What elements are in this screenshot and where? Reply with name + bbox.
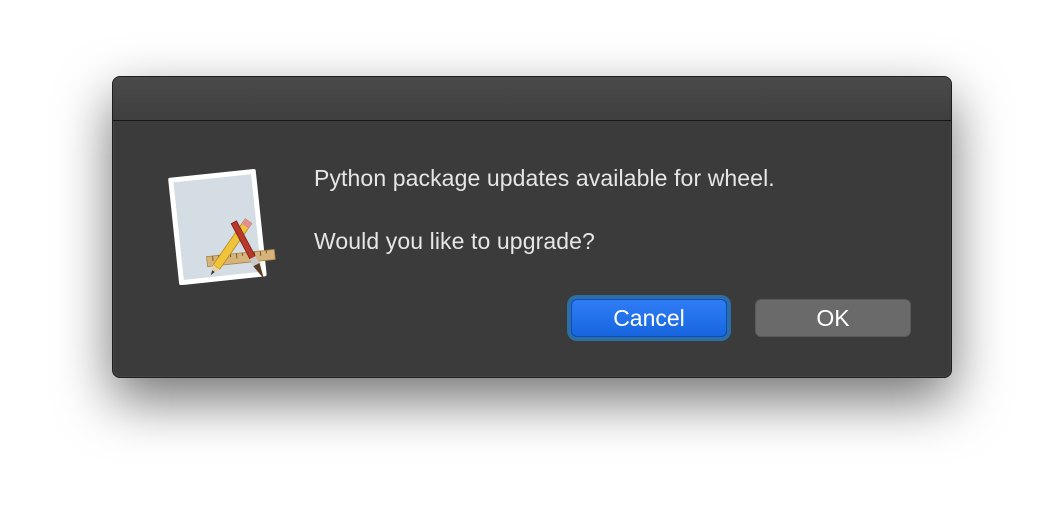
dialog-message: Python package updates available for whe…: [314, 165, 775, 191]
cancel-button[interactable]: Cancel: [571, 299, 727, 337]
ok-button[interactable]: OK: [755, 299, 911, 337]
dialog-titlebar[interactable]: [113, 77, 951, 121]
dialog-question: Would you like to upgrade?: [314, 228, 595, 254]
desktop-backdrop: Python package updates available for whe…: [0, 0, 1064, 526]
script-editor-app-icon: [163, 163, 279, 286]
alert-dialog: Python package updates available for whe…: [112, 76, 952, 378]
